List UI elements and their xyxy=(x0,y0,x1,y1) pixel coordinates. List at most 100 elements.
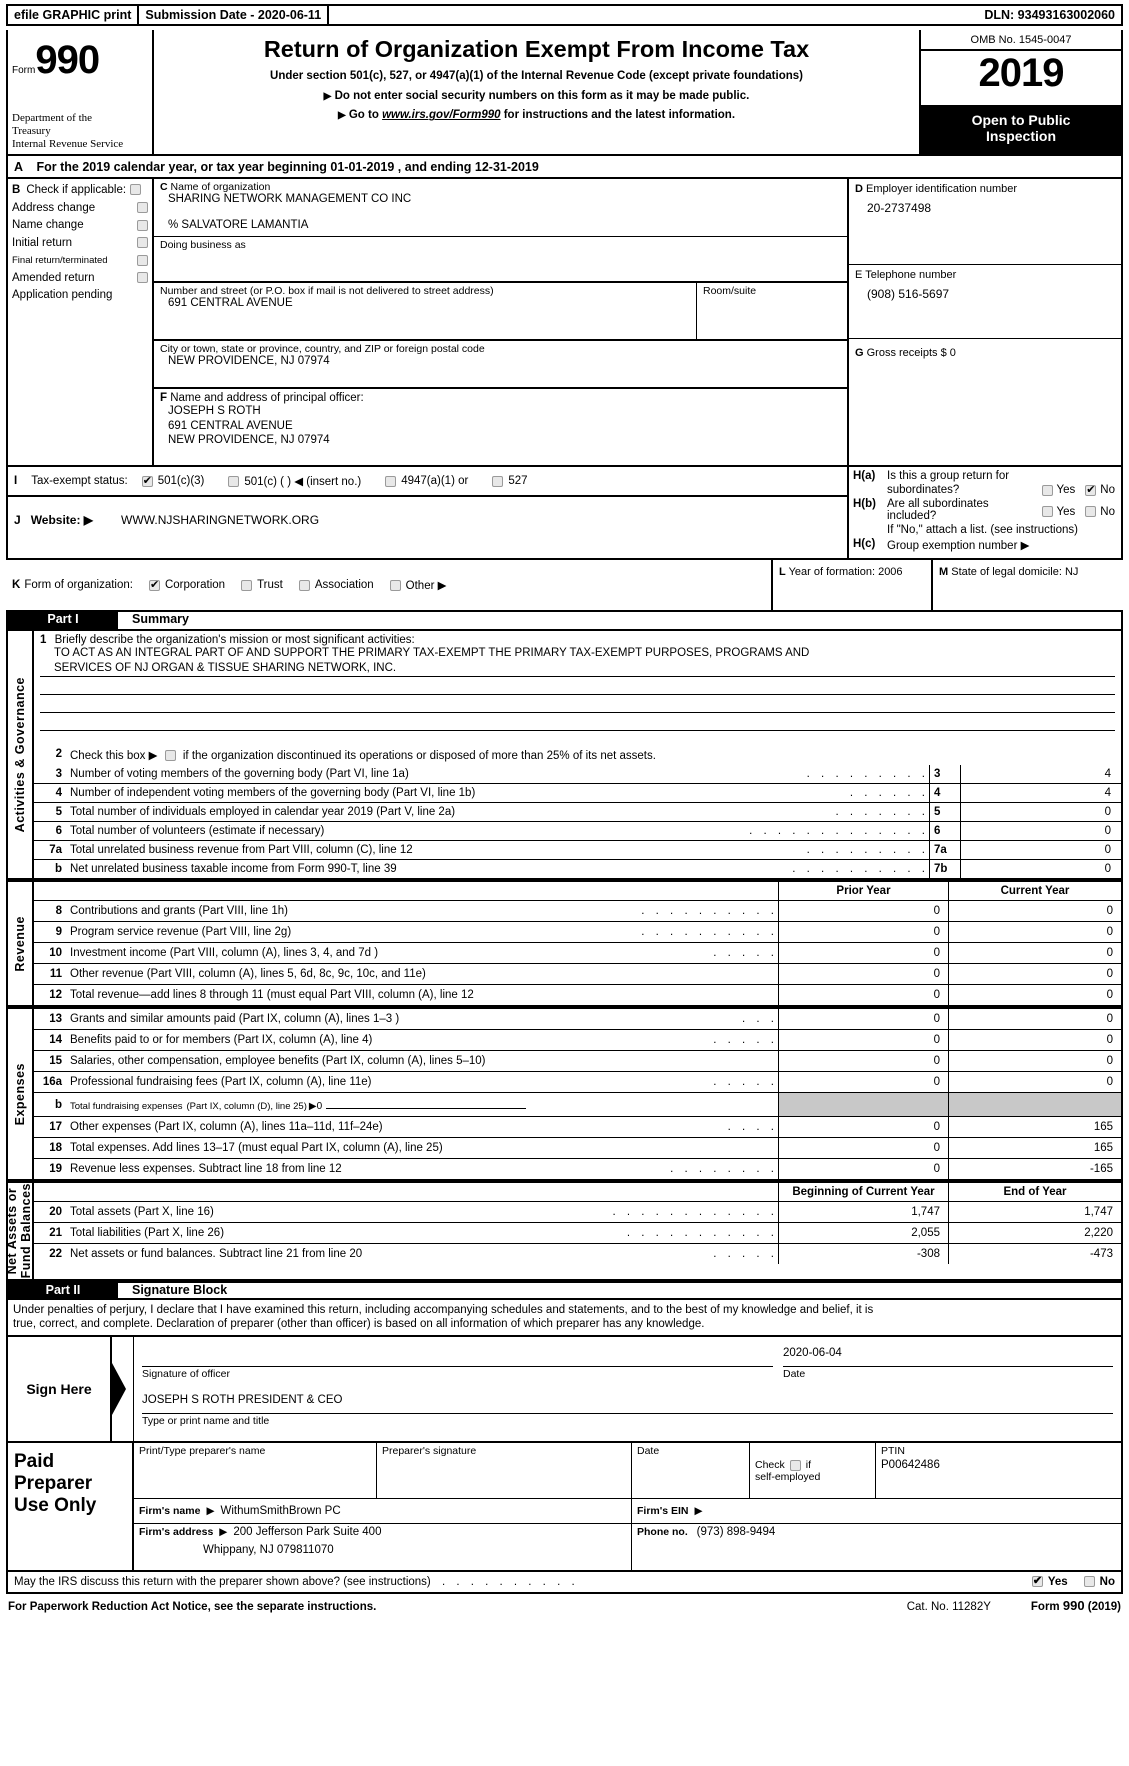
website-value[interactable]: WWW.NJSHARINGNETWORK.ORG xyxy=(121,513,319,527)
section-ha-options: Yes No xyxy=(1036,484,1115,497)
checkbox-row-amended-return[interactable]: Amended return xyxy=(12,271,148,284)
line-17-dots: . . . . xyxy=(727,1121,778,1134)
line-7a-value: 0 xyxy=(1104,844,1111,857)
officer-name-title-field[interactable]: JOSEPH S ROTH PRESIDENT & CEO xyxy=(142,1390,1113,1414)
irs-discuss-no-option[interactable]: No xyxy=(1083,1576,1115,1588)
revenue-section: Revenue Prior Year Current Year 8 Contri… xyxy=(6,880,1123,1008)
label-527: 527 xyxy=(508,475,528,488)
preparer-print-name-cell[interactable]: Print/Type preparer's name xyxy=(134,1442,377,1498)
checkbox-other[interactable] xyxy=(389,579,401,591)
irs-discuss-yes-option[interactable]: Yes xyxy=(1031,1575,1068,1588)
firm-ein-cell[interactable]: Firm's EIN ▶ xyxy=(632,1499,1121,1523)
telephone-label: E Telephone number xyxy=(855,269,1115,281)
line-13-number: 13 xyxy=(49,1013,62,1026)
line-10-label: Investment income (Part VIII, column (A)… xyxy=(70,947,379,960)
perjury-line-2: true, correct, and complete. Declaration… xyxy=(13,1318,705,1331)
form-bullet-2: ▶ Go to www.irs.gov/Form990 for instruct… xyxy=(162,109,911,121)
section-k-form-of-organization: K Form of organization: Corporation Trus… xyxy=(6,560,773,611)
caption-type-or-print-name-and-title: Type or print name and title xyxy=(142,1414,270,1427)
check-if-line: Check if xyxy=(755,1457,820,1471)
option-corporation[interactable]: Corporation xyxy=(148,579,225,592)
preparer-ptin-cell[interactable]: PTIN P00642486 xyxy=(876,1443,1121,1498)
line-16b-label: Total fundraising expenses (Part IX, col… xyxy=(70,1097,778,1112)
line-19-label: Revenue less expenses. Subtract line 18 … xyxy=(70,1163,342,1176)
preparer-date-cell[interactable]: Date xyxy=(632,1442,750,1498)
irs-form990-link[interactable]: www.irs.gov/Form990 xyxy=(382,109,500,121)
mission-text-line-1: TO ACT AS AN INTEGRAL PART OF AND SUPPOR… xyxy=(54,647,810,660)
principal-officer-line-2: 691 CENTRAL AVENUE xyxy=(168,419,293,432)
form-reference-post: (2019) xyxy=(1084,1600,1121,1613)
preparer-signature-cell[interactable]: Preparer's signature xyxy=(377,1442,632,1498)
vertical-tab-net-assets-label: Net Assets or Fund Balances xyxy=(5,1183,34,1278)
officer-signature-field[interactable] xyxy=(142,1343,773,1367)
officer-date-field[interactable]: 2020-06-04 xyxy=(783,1343,1113,1367)
option-501c3[interactable]: 501(c)(3) xyxy=(141,475,204,488)
checkbox-ha-yes[interactable] xyxy=(1041,484,1053,496)
option-association[interactable]: Association xyxy=(298,579,374,591)
line-7a-number: 7a xyxy=(49,844,62,857)
checkbox-501c3[interactable] xyxy=(141,475,153,488)
checkbox-association[interactable] xyxy=(298,579,310,591)
label-discuss-yes: Yes xyxy=(1047,1575,1068,1588)
checkbox-trust[interactable] xyxy=(241,579,253,591)
checkbox-corporation[interactable] xyxy=(148,579,160,592)
street-address-cell: Number and street (or P.O. box if mail i… xyxy=(154,283,847,342)
checkbox-row-initial-return[interactable]: Initial return xyxy=(12,236,148,249)
preparer-header-row: Print/Type preparer's name Preparer's si… xyxy=(134,1442,1121,1499)
line-16b-label-small: Total fundraising expenses xyxy=(70,1101,183,1113)
checkbox-check-if-applicable[interactable] xyxy=(130,184,142,196)
line-8-number: 8 xyxy=(55,905,62,918)
mission-gap-1 xyxy=(34,677,1121,694)
column-header-end-of-year: End of Year xyxy=(1003,1186,1067,1199)
checkbox-row-final-return-terminated[interactable]: Final return/terminated xyxy=(12,254,148,267)
label-trust: Trust xyxy=(257,579,283,592)
checkbox-row-application-pending[interactable]: Application pending xyxy=(12,289,148,302)
form-number: 990 xyxy=(35,38,100,82)
option-other[interactable]: Other ▶ xyxy=(389,578,446,592)
checkbox-name-change[interactable] xyxy=(137,219,148,231)
checkbox-4947a1[interactable] xyxy=(385,475,397,487)
checkbox-discuss-yes[interactable] xyxy=(1031,1575,1043,1588)
firm-address-cell[interactable]: Firm's address ▶ 200 Jefferson Park Suit… xyxy=(134,1523,632,1570)
option-4947a1[interactable]: 4947(a)(1) or xyxy=(385,475,468,487)
line-2-number: 2 xyxy=(55,748,62,761)
option-trust[interactable]: Trust xyxy=(241,579,283,591)
checkbox-hb-no[interactable] xyxy=(1085,506,1097,518)
checkbox-final-return-terminated[interactable] xyxy=(137,254,148,266)
checkbox-row-address-change[interactable]: Address change xyxy=(12,201,148,214)
form-bullet-2-pre: Go to xyxy=(348,109,383,122)
option-501c-other[interactable]: 501(c) ( ) ◀ (insert no.) xyxy=(228,474,361,488)
checkbox-discuss-no[interactable] xyxy=(1083,1576,1095,1588)
checkbox-ha-no[interactable] xyxy=(1085,484,1097,497)
line-a-letter: A xyxy=(14,160,24,175)
checkbox-address-change[interactable] xyxy=(137,202,148,214)
preparer-self-employed-cell[interactable]: Check if self-employed xyxy=(750,1442,876,1498)
line-19-number: 19 xyxy=(49,1163,62,1176)
net-assets-column-headers: Beginning of Current Year End of Year xyxy=(34,1183,1121,1203)
firm-phone-cell[interactable]: Phone no. (973) 898-9494 xyxy=(632,1524,1121,1570)
checkbox-self-employed[interactable] xyxy=(789,1459,801,1471)
line-12-row: 12 Total revenue—add lines 8 through 11 … xyxy=(34,985,1121,1006)
line-8-label: Contributions and grants (Part VIII, lin… xyxy=(70,905,288,918)
checkbox-hb-yes[interactable] xyxy=(1041,506,1053,518)
line-8-prior: 0 xyxy=(779,901,949,922)
option-527[interactable]: 527 xyxy=(492,475,528,488)
line-5-label: Total number of individuals employed in … xyxy=(70,806,456,819)
section-hb-note: If "No," attach a list. (see instruction… xyxy=(887,524,1078,537)
firm-name-cell[interactable]: Firm's name ▶ WithumSmithBrown PC xyxy=(134,1498,632,1523)
checkbox-527[interactable] xyxy=(492,475,504,487)
checkbox-line-2-discontinued[interactable] xyxy=(164,750,176,762)
irs-discuss-dots: . . . . . . . . . . xyxy=(441,1575,579,1588)
officer-name-title-line: JOSEPH S ROTH PRESIDENT & CEO xyxy=(142,1390,1113,1414)
checkbox-row-name-change[interactable]: Name change xyxy=(12,219,148,232)
checkbox-initial-return[interactable] xyxy=(137,237,148,249)
line-14-current: 0 xyxy=(1106,1034,1113,1047)
caption-preparer-signature: Preparer's signature xyxy=(382,1444,477,1457)
line-14-number: 14 xyxy=(49,1034,62,1047)
line-8-row: 8 Contributions and grants (Part VIII, l… xyxy=(34,901,1121,923)
label-final-return-terminated: Final return/terminated xyxy=(12,254,108,266)
telephone-label-text: Telephone number xyxy=(865,269,957,282)
checkbox-501c-other[interactable] xyxy=(228,475,240,487)
checkbox-amended-return[interactable] xyxy=(137,272,148,284)
section-b-letter: B xyxy=(12,184,21,197)
